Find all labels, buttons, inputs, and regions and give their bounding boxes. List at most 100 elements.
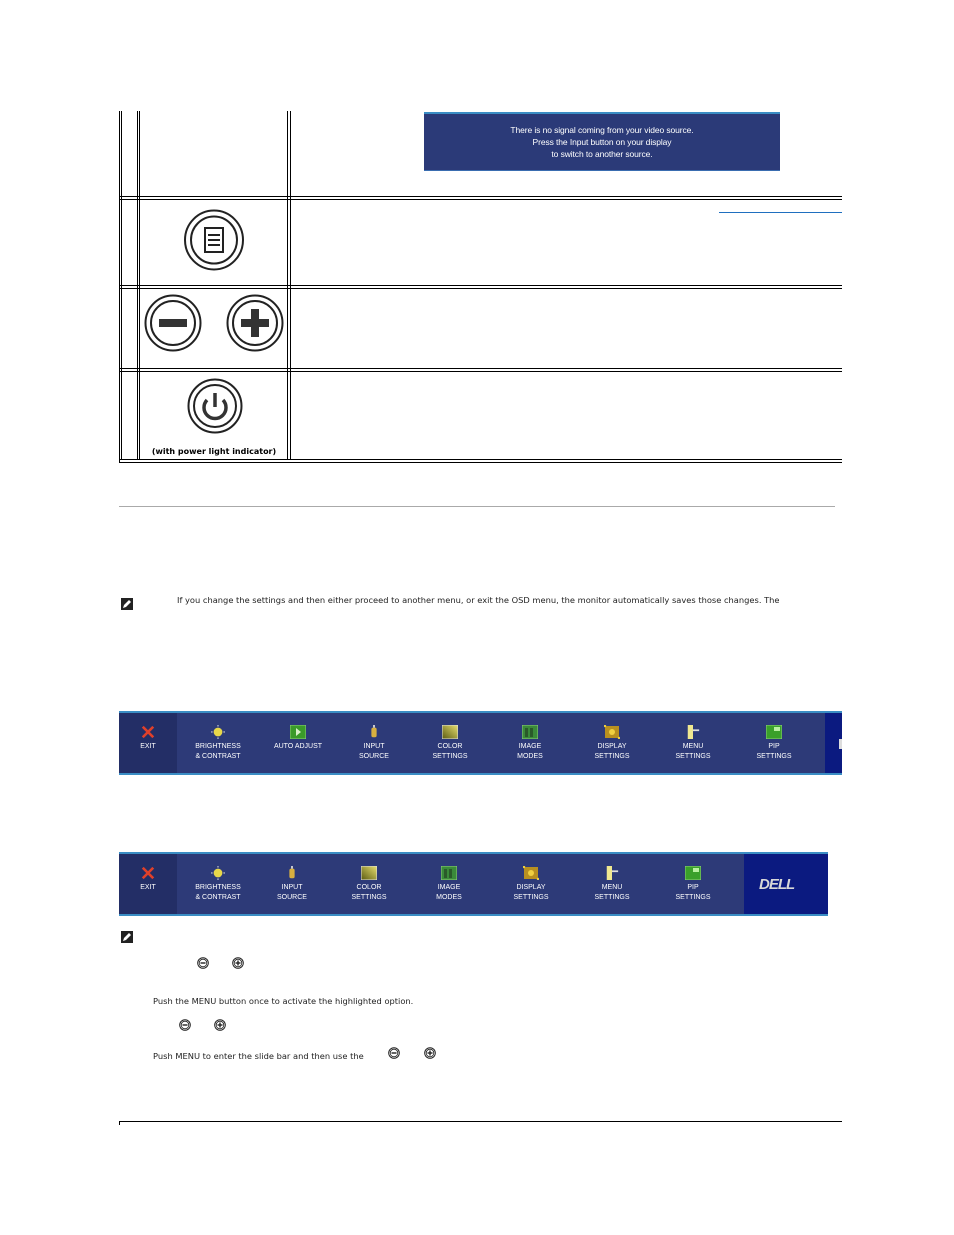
- power-caption: (with power light indicator): [151, 447, 277, 456]
- table-border: [119, 199, 842, 200]
- bottom-divider-tick: [119, 1121, 120, 1125]
- osd-item-label: & CONTRAST: [195, 752, 241, 760]
- pip-settings-icon: [685, 866, 701, 880]
- osd-item-display-settings[interactable]: DISPLAY SETTINGS: [505, 854, 557, 914]
- osd-item-label: SOURCE: [277, 893, 307, 901]
- section-divider: [119, 506, 835, 507]
- table-border: [119, 285, 842, 286]
- pip-settings-icon: [766, 725, 782, 739]
- image-modes-icon: [441, 866, 457, 880]
- osd-item-label: SETTINGS: [594, 893, 630, 901]
- osd-item-label: PIP: [687, 884, 699, 891]
- osd-item-exit[interactable]: EXIT: [127, 713, 169, 773]
- osd-item-label: SETTINGS: [675, 752, 711, 760]
- dell-logo: DELL: [759, 876, 795, 893]
- osd-item-pip-settings[interactable]: PIP SETTINGS: [749, 713, 799, 773]
- plus-button-icon: [214, 1019, 226, 1031]
- minus-button-icon: [179, 1019, 191, 1031]
- brightness-icon: [211, 725, 225, 739]
- osd-item-label: IMAGE: [437, 884, 461, 891]
- dell-logo-fragment: [839, 739, 842, 749]
- table-border: [119, 111, 120, 462]
- osd-item-label: SETTINGS: [432, 752, 468, 760]
- osd-item-label: BRIGHTNESS: [195, 743, 241, 750]
- table-border: [119, 288, 842, 289]
- minus-button-icon: [388, 1047, 400, 1059]
- osd-item-image-modes[interactable]: IMAGE MODES: [425, 854, 473, 914]
- osd-item-label: & CONTRAST: [195, 893, 241, 901]
- no-signal-line: Press the Input button on your display: [532, 137, 672, 147]
- table-border: [119, 462, 842, 463]
- osd-item-label: PIP: [768, 743, 780, 750]
- no-signal-dialog: There is no signal coming from your vide…: [424, 112, 780, 171]
- osd-item-label: MODES: [436, 893, 462, 901]
- osd-item-label: EXIT: [140, 743, 156, 750]
- plus-button-icon: [232, 957, 244, 969]
- display-settings-icon: [523, 866, 539, 880]
- step-slide-text: Push MENU to enter the slide bar and the…: [153, 1051, 364, 1061]
- minus-button-icon: [144, 294, 202, 352]
- osd-item-menu-settings[interactable]: MENU SETTINGS: [667, 713, 719, 773]
- osd-item-label: DISPLAY: [516, 884, 546, 891]
- table-border: [119, 459, 842, 460]
- color-settings-icon: [361, 866, 377, 880]
- table-border: [119, 368, 842, 369]
- osd-item-input-source[interactable]: INPUT SOURCE: [349, 713, 399, 773]
- table-border: [119, 371, 842, 372]
- osd-item-color-settings[interactable]: COLOR SETTINGS: [424, 713, 476, 773]
- osd-item-label: BRIGHTNESS: [195, 884, 241, 891]
- osd-item-auto-adjust[interactable]: AUTO ADJUST: [269, 713, 327, 773]
- minus-button-icon: [197, 957, 209, 969]
- osd-item-display-settings[interactable]: DISPLAY SETTINGS: [586, 713, 638, 773]
- plus-button-icon: [424, 1047, 436, 1059]
- osd-menu-bar-1: EXIT BRIGHTNESS & CONTRAST AUTO ADJUST I…: [119, 711, 842, 775]
- osd-item-color-settings[interactable]: COLOR SETTINGS: [343, 854, 395, 914]
- table-border: [119, 196, 842, 197]
- osd-item-label: MENU: [682, 743, 704, 750]
- bottom-divider: [119, 1121, 842, 1122]
- display-settings-icon: [604, 725, 620, 739]
- osd-item-label: SETTINGS: [756, 752, 792, 760]
- menu-button-icon: [184, 209, 244, 271]
- osd-item-label: MENU: [601, 884, 623, 891]
- osd-menu-bar-2: DELL EXIT BRIGHTNESS & CONTRAST INPUT SO…: [119, 852, 828, 916]
- exit-icon: [141, 725, 155, 739]
- osd-item-image-modes[interactable]: IMAGE MODES: [506, 713, 554, 773]
- osd-item-menu-settings[interactable]: MENU SETTINGS: [586, 854, 638, 914]
- power-button-icon: [187, 378, 243, 434]
- osd-item-label: COLOR: [356, 884, 382, 891]
- osd-item-label: SETTINGS: [594, 752, 630, 760]
- osd-item-label: DISPLAY: [597, 743, 627, 750]
- plus-button-icon: [226, 294, 284, 352]
- color-settings-icon: [442, 725, 458, 739]
- no-signal-line: to switch to another source.: [551, 149, 653, 159]
- note-pencil-icon: [121, 931, 133, 943]
- osd-item-label: EXIT: [140, 884, 156, 891]
- osd-item-label: AUTO ADJUST: [273, 743, 323, 750]
- osd-item-label: INPUT: [363, 743, 385, 750]
- osd-item-label: SOURCE: [359, 752, 389, 760]
- osd-item-label: SETTINGS: [513, 893, 549, 901]
- input-source-icon: [371, 725, 377, 738]
- osd-item-exit[interactable]: EXIT: [127, 854, 169, 914]
- osd-item-pip-settings[interactable]: PIP SETTINGS: [668, 854, 718, 914]
- exit-icon: [141, 866, 155, 880]
- menu-settings-icon: [606, 866, 619, 880]
- osd-item-label: MODES: [517, 752, 543, 760]
- osd-item-brightness-contrast[interactable]: BRIGHTNESS & CONTRAST: [189, 854, 247, 914]
- osd-item-label: SETTINGS: [351, 893, 387, 901]
- image-modes-icon: [522, 725, 538, 739]
- osd-item-label: INPUT: [281, 884, 303, 891]
- osd-item-label: IMAGE: [518, 743, 542, 750]
- menu-settings-icon: [687, 725, 700, 739]
- hyperlink-underline[interactable]: [719, 212, 842, 213]
- step-activate-text: Push the MENU button once to activate th…: [153, 996, 414, 1006]
- osd-item-label: COLOR: [437, 743, 463, 750]
- no-signal-line: There is no signal coming from your vide…: [510, 125, 694, 135]
- osd-item-input-source[interactable]: INPUT SOURCE: [267, 854, 317, 914]
- input-source-icon: [289, 866, 295, 879]
- osd-item-label: SETTINGS: [675, 893, 711, 901]
- note-pencil-icon: [121, 598, 133, 610]
- auto-adjust-icon: [290, 725, 306, 739]
- osd-item-brightness-contrast[interactable]: BRIGHTNESS & CONTRAST: [189, 713, 247, 773]
